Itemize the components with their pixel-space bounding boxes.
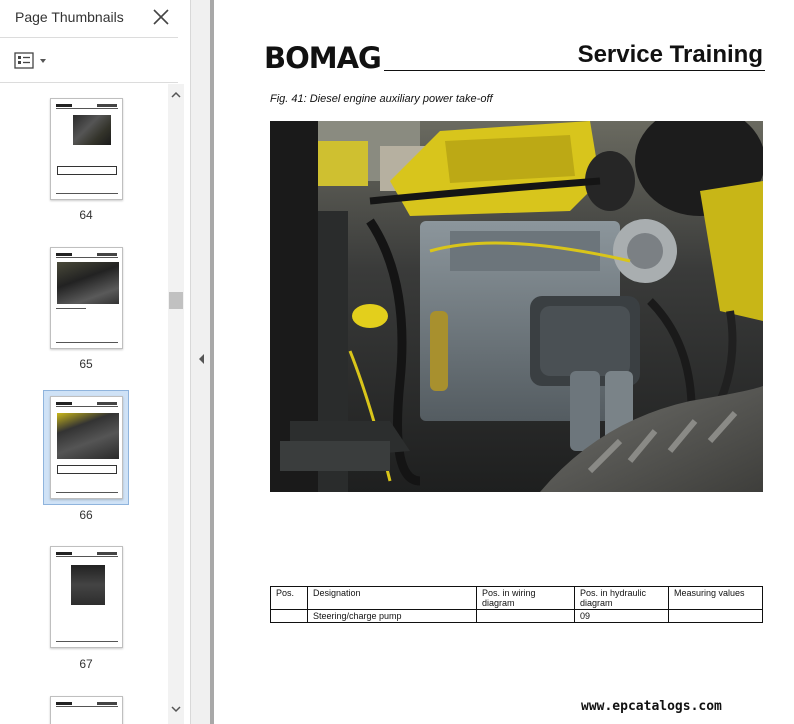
table-row: Steering/charge pump 09: [270, 609, 763, 623]
table-header-row: Pos. Designation Pos. in wiring diagram …: [270, 586, 763, 610]
thumbnail-label: 64: [79, 208, 93, 222]
thumbnail-label: 65: [79, 357, 93, 371]
document-page: BOMAG Service Training Fig. 41: Diesel e…: [214, 0, 794, 724]
thumbnail-page[interactable]: [50, 98, 123, 200]
panel-header: Page Thumbnails: [0, 0, 178, 38]
mini-header: [97, 104, 117, 107]
panel-toolbar: [0, 39, 178, 83]
thumbnails-panel: Page Thumbnails 64 65 66 67: [0, 0, 190, 724]
pdf-viewer: Page Thumbnails 64 65 66 67 BOMAG Servic…: [0, 0, 794, 724]
table-cell: [476, 609, 575, 623]
column-header: Pos.: [270, 586, 308, 610]
scroll-down-button[interactable]: [168, 702, 184, 716]
thumbnail-list: 64 65 66 67: [0, 84, 168, 724]
scroll-thumb[interactable]: [169, 292, 183, 309]
collapse-panel-button[interactable]: [190, 0, 212, 724]
column-header: Pos. in hydraulic diagram: [574, 586, 669, 610]
watermark-text: www.epcatalogs.com: [581, 699, 722, 714]
table-cell: 09: [574, 609, 669, 623]
mini-logo: [56, 104, 72, 107]
thumbnail-page[interactable]: [50, 696, 123, 724]
thumbnail-options-icon: [14, 52, 46, 69]
chevron-left-icon: [199, 354, 204, 364]
table-cell: [668, 609, 763, 623]
figure-caption: Fig. 41: Diesel engine auxiliary power t…: [270, 93, 493, 105]
table-cell: [270, 609, 308, 623]
column-header: Designation: [307, 586, 477, 610]
close-icon: [153, 9, 169, 25]
panel-title: Page Thumbnails: [15, 9, 124, 25]
thumbnail-options-button[interactable]: [12, 50, 52, 72]
engine-photo: [270, 121, 763, 492]
svg-text:BOMAG: BOMAG: [264, 42, 381, 72]
thumbnail-page-current[interactable]: [50, 396, 123, 499]
thumbnail-label: 67: [79, 657, 93, 671]
thumbnail-page[interactable]: [50, 546, 123, 648]
header-title: Service Training: [577, 41, 763, 68]
column-header: Measuring values: [668, 586, 763, 610]
engine-photo-image: [270, 121, 763, 492]
thumbnail-page[interactable]: [50, 247, 123, 349]
position-table: Pos. Designation Pos. in wiring diagram …: [270, 586, 763, 623]
bomag-logo: BOMAG: [264, 42, 382, 72]
column-header: Pos. in wiring diagram: [476, 586, 575, 610]
mini-photo: [73, 115, 111, 145]
chevron-down-icon: [171, 706, 181, 713]
thumbnail-scrollbar[interactable]: [168, 84, 184, 724]
mini-table: [57, 166, 117, 175]
close-panel-button[interactable]: [150, 6, 172, 28]
header-rule: [384, 70, 765, 71]
chevron-up-icon: [171, 91, 181, 98]
scroll-up-button[interactable]: [168, 88, 184, 102]
thumbnail-label: 66: [79, 508, 93, 522]
table-cell: Steering/charge pump: [307, 609, 477, 623]
